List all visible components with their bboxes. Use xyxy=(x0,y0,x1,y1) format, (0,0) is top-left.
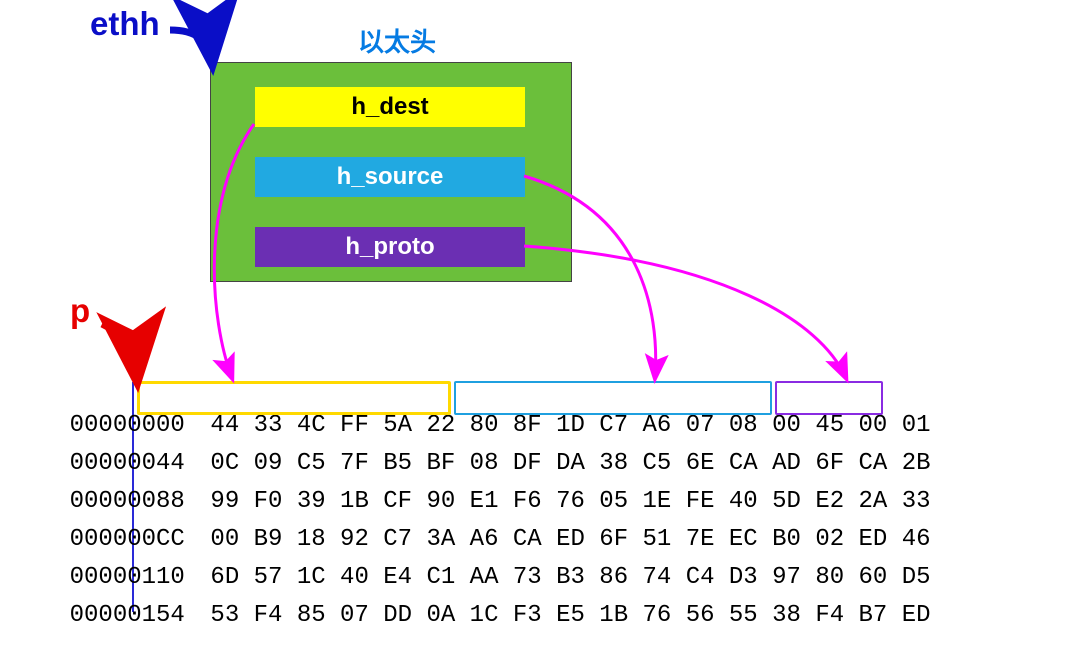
hex-offset: 00000154 xyxy=(70,602,182,629)
field-h-proto: h_proto xyxy=(255,227,525,267)
p-label: p xyxy=(70,292,90,330)
field-h-source: h_source xyxy=(255,157,525,197)
arrow-proto-to-bytes xyxy=(524,246,846,378)
ethh-label: ethh xyxy=(90,5,160,43)
diagram-canvas: ethh 以太头 h_dest h_source h_proto p 00000… xyxy=(0,0,1080,644)
hex-bytes: 53 F4 85 07 DD 0A 1C F3 E5 1B 76 56 55 3… xyxy=(210,602,930,629)
arrow-ethh xyxy=(170,30,212,62)
ethernet-header-title: 以太头 xyxy=(358,22,436,59)
ethernet-struct-box: h_dest h_source h_proto xyxy=(210,62,572,282)
field-h-dest: h_dest xyxy=(255,87,525,127)
arrow-p xyxy=(102,324,137,379)
